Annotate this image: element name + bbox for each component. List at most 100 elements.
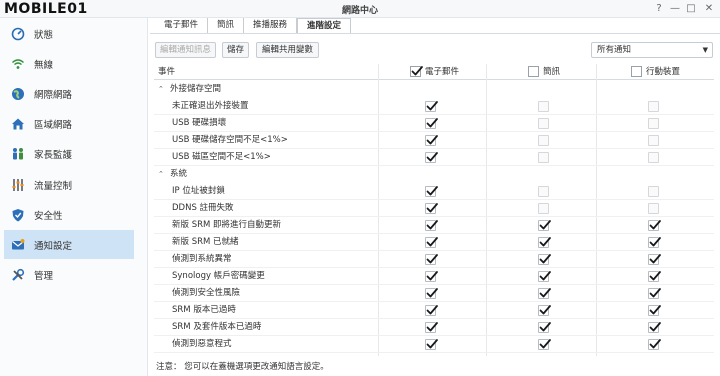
- group-header[interactable]: ⌃ 外接儲存空間: [154, 81, 714, 98]
- email-checkbox[interactable]: [425, 101, 438, 112]
- mobile-checkbox[interactable]: [648, 152, 659, 163]
- email-checkbox[interactable]: [425, 237, 438, 248]
- sms-checkbox[interactable]: [538, 152, 549, 163]
- sidebar-item[interactable]: 家長監護: [4, 140, 134, 169]
- mobile-checkbox[interactable]: [648, 237, 661, 248]
- chevron-up-icon[interactable]: ⌃: [158, 81, 164, 98]
- mobile-checkbox[interactable]: [648, 135, 659, 146]
- event-label: USB 磁區空間不足<1%>: [172, 152, 271, 162]
- mobile-checkbox[interactable]: [648, 305, 661, 316]
- header-mobile-checkbox[interactable]: [631, 66, 642, 77]
- tab[interactable]: 進階設定: [297, 18, 352, 34]
- sliders-icon: [10, 177, 26, 193]
- checkmark-icon: [649, 271, 661, 281]
- mobile-checkbox[interactable]: [648, 203, 659, 214]
- sidebar-item[interactable]: 安全性: [4, 200, 134, 229]
- sidebar-item[interactable]: 管理: [4, 261, 134, 290]
- table-row: Synology 帳戶密碼變更: [154, 268, 714, 285]
- tab[interactable]: 電子郵件: [155, 18, 209, 34]
- email-checkbox[interactable]: [425, 288, 438, 299]
- mobile-checkbox[interactable]: [648, 288, 661, 299]
- close-button[interactable]: ✕: [702, 2, 716, 16]
- checkmark-icon: [539, 322, 551, 332]
- mobile-checkbox[interactable]: [648, 322, 661, 333]
- sms-checkbox[interactable]: [538, 322, 551, 333]
- mobile-checkbox[interactable]: [648, 254, 661, 265]
- wifi-icon: [10, 56, 26, 72]
- event-label: 新版 SRM 已就緒: [172, 237, 239, 247]
- email-checkbox[interactable]: [425, 305, 438, 316]
- email-checkbox[interactable]: [425, 220, 438, 231]
- notification-filter-select[interactable]: 所有通知 ▼: [591, 42, 713, 58]
- table-row: USB 硬碟損壞: [154, 115, 714, 132]
- email-checkbox[interactable]: [425, 271, 438, 282]
- table-row: USB 硬碟儲存空間不足<1%>: [154, 132, 714, 149]
- tab-bar: 電子郵件 簡訊 推播服務 進階設定: [155, 18, 352, 34]
- sms-checkbox[interactable]: [538, 305, 551, 316]
- email-checkbox[interactable]: [425, 186, 438, 197]
- help-button[interactable]: ?: [652, 2, 666, 16]
- email-checkbox[interactable]: [425, 322, 438, 333]
- home-network-icon: [10, 116, 26, 132]
- checkmark-icon: [539, 254, 551, 264]
- sidebar: 狀態無線網際網路 區域網路 家長監護 流量控制 安全性 通知設定管理: [0, 18, 148, 376]
- sidebar-item-label: 管理: [34, 271, 54, 283]
- header-email-checkbox[interactable]: [410, 66, 423, 77]
- sms-checkbox[interactable]: [538, 271, 551, 282]
- email-checkbox[interactable]: [425, 152, 438, 163]
- save-button[interactable]: 儲存: [222, 42, 249, 58]
- checkmark-icon: [649, 237, 661, 247]
- checkmark-icon: [426, 288, 438, 298]
- mobile-checkbox[interactable]: [648, 101, 659, 112]
- mobile-checkbox[interactable]: [648, 220, 661, 231]
- edit-variables-button[interactable]: 編輯共用變數: [256, 42, 319, 58]
- email-checkbox[interactable]: [425, 135, 438, 146]
- sidebar-item[interactable]: 區域網路: [4, 110, 134, 139]
- edit-message-button[interactable]: 編輯通知訊息: [155, 42, 216, 58]
- sms-checkbox[interactable]: [538, 220, 551, 231]
- checkmark-icon: [426, 220, 438, 230]
- checkmark-icon: [426, 135, 438, 145]
- sms-checkbox[interactable]: [538, 237, 551, 248]
- event-label: 偵測到安全性風險: [172, 288, 241, 298]
- email-checkbox[interactable]: [425, 254, 438, 265]
- table-header: 事件 電子郵件 簡訊 行動裝置: [154, 64, 714, 80]
- tab[interactable]: 簡訊: [208, 18, 245, 34]
- mobile-checkbox[interactable]: [648, 339, 661, 350]
- sidebar-item-label: 無線: [34, 59, 54, 71]
- sidebar-item[interactable]: 通知設定: [4, 230, 134, 260]
- sidebar-item[interactable]: 狀態: [4, 19, 134, 48]
- sms-checkbox[interactable]: [538, 186, 549, 197]
- footer-note: 注意： 您可以在蓋機選項更改通知語言設定。: [156, 362, 329, 372]
- group-label: 系統: [170, 169, 188, 179]
- mobile-checkbox[interactable]: [648, 118, 659, 129]
- table-row: USB 磁區空間不足<1%>: [154, 149, 714, 166]
- checkmark-icon: [539, 271, 551, 281]
- sms-checkbox[interactable]: [538, 118, 549, 129]
- event-label: SRM 及套件版本已過時: [172, 322, 262, 332]
- sidebar-item[interactable]: 流量控制: [4, 170, 134, 199]
- header-sms: 簡訊: [543, 67, 561, 77]
- sms-checkbox[interactable]: [538, 101, 549, 112]
- table-row: 新版 SRM 已就緒: [154, 234, 714, 251]
- sms-checkbox[interactable]: [538, 203, 549, 214]
- sidebar-item[interactable]: 網際網路: [4, 79, 134, 108]
- sms-checkbox[interactable]: [538, 254, 551, 265]
- table-row: SRM 及套件版本已過時: [154, 319, 714, 336]
- sms-checkbox[interactable]: [538, 288, 551, 299]
- tab[interactable]: 推播服務: [244, 18, 298, 34]
- maximize-button[interactable]: □: [684, 2, 698, 16]
- mobile-checkbox[interactable]: [648, 271, 661, 282]
- checkmark-icon: [649, 339, 661, 349]
- sms-checkbox[interactable]: [538, 339, 551, 350]
- email-checkbox[interactable]: [425, 339, 438, 350]
- mobile-checkbox[interactable]: [648, 186, 659, 197]
- group-header[interactable]: ⌃ 系統: [154, 166, 714, 183]
- sidebar-item[interactable]: 無線: [4, 49, 134, 78]
- email-checkbox[interactable]: [425, 203, 438, 214]
- minimize-button[interactable]: —: [668, 2, 682, 16]
- email-checkbox[interactable]: [425, 118, 438, 129]
- header-sms-checkbox[interactable]: [528, 66, 539, 77]
- sms-checkbox[interactable]: [538, 135, 549, 146]
- chevron-up-icon[interactable]: ⌃: [158, 166, 164, 183]
